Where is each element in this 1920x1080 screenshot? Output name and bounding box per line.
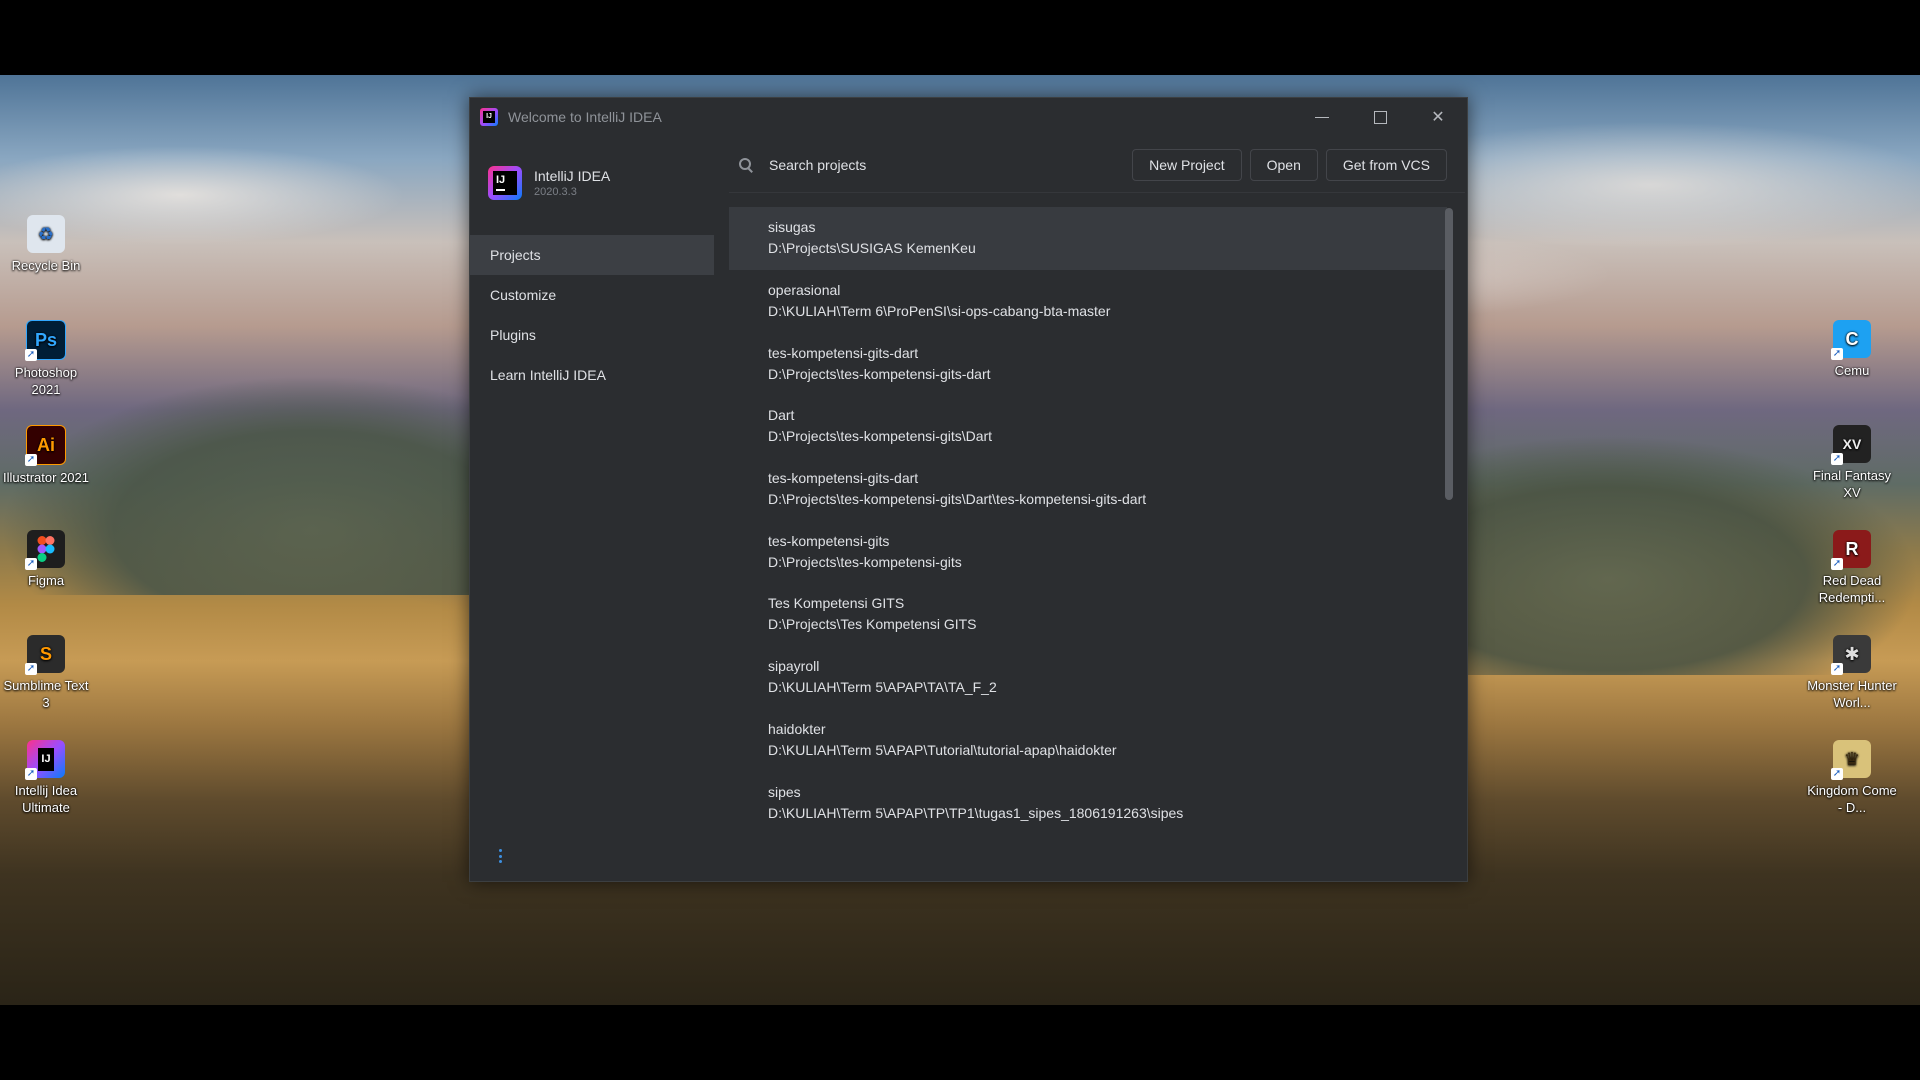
scrollbar-thumb[interactable] (1445, 208, 1453, 500)
project-name: haidokter (768, 720, 826, 737)
minimize-button[interactable] (1293, 98, 1351, 136)
desktop-icon-label: Intellij Idea Ultimate (14, 783, 78, 815)
project-name: Tes Kompetensi GITS (768, 595, 905, 612)
recycle-bin-icon: ♻ (27, 215, 65, 253)
sublime-text-icon: S ➚ (25, 635, 65, 675)
kingdom-come-icon: ♛ ➚ (1831, 740, 1871, 780)
new-project-button[interactable]: New Project (1132, 149, 1242, 181)
projects-panel: New Project Open Get from VCS sisugas D:… (729, 136, 1465, 881)
desktop-icon-label: Illustrator 2021 (3, 470, 89, 485)
get-from-vcs-button[interactable]: Get from VCS (1325, 149, 1447, 181)
intellij-app-icon: IJ (480, 108, 498, 126)
illustrator-icon: Ai ➚ (25, 425, 66, 466)
desktop-icon-red-dead[interactable]: R ➚ Red Dead Redempti... (1806, 530, 1898, 606)
project-path: D:\KULIAH\Term 6\ProPenSI\si-ops-cabang-… (768, 303, 1111, 320)
desktop-icon-monster-hunter[interactable]: ✱ ➚ Monster Hunter Worl... (1806, 635, 1898, 711)
project-name: sisugas (768, 219, 816, 236)
project-item[interactable]: tes-kompetensi-gits-dart D:\Projects\tes… (729, 332, 1447, 395)
search-input[interactable] (767, 156, 1071, 174)
project-list-scrollbar[interactable] (1445, 208, 1453, 828)
project-path: D:\KULIAH\Term 5\APAP\Tutorial\tutorial-… (768, 741, 1117, 758)
desktop-icon-recycle-bin[interactable]: ♻ Recycle Bin (0, 215, 92, 274)
search-icon (739, 158, 753, 172)
project-path: D:\Projects\Tes Kompetensi GITS (768, 616, 977, 633)
project-item[interactable]: operasional D:\KULIAH\Term 6\ProPenSI\si… (729, 270, 1447, 333)
maximize-button[interactable] (1351, 98, 1409, 136)
project-path: D:\Projects\tes-kompetensi-gits\Dart (768, 428, 993, 445)
project-path: D:\Projects\SUSIGAS KemenKeu (768, 240, 976, 257)
desktop-icon-label: Final Fantasy XV (1812, 468, 1892, 500)
project-path: D:\Projects\tes-kompetensi-gits (768, 553, 962, 570)
welcome-window: IJ Welcome to IntelliJ IDEA ✕ IJ Intelli… (469, 97, 1468, 882)
desktop-icon-label: Cemu (1834, 363, 1870, 378)
desktop-icon-figma[interactable]: ➚ Figma (0, 530, 92, 589)
project-item[interactable]: Tes Kompetensi GITS D:\Projects\Tes Komp… (729, 583, 1447, 646)
desktop-icon-label: Red Dead Redempti... (1818, 573, 1886, 605)
project-name: tes-kompetensi-gits-dart (768, 344, 919, 361)
intellij-icon: IJ ➚ (25, 740, 65, 780)
window-titlebar[interactable]: IJ Welcome to IntelliJ IDEA ✕ (470, 98, 1467, 136)
project-path: D:\Projects\tes-kompetensi-gits\Dart\tes… (768, 491, 1147, 508)
close-icon: ✕ (1431, 109, 1445, 126)
desktop-icon-label: Recycle Bin (11, 258, 81, 273)
figma-icon: ➚ (25, 530, 65, 570)
monster-hunter-icon: ✱ ➚ (1831, 635, 1871, 675)
red-dead-icon: R ➚ (1831, 530, 1871, 570)
search-box (729, 148, 1124, 182)
window-title: Welcome to IntelliJ IDEA (508, 109, 662, 125)
desktop-icon-label: Photoshop 2021 (14, 365, 78, 397)
final-fantasy-icon: XV ➚ (1831, 425, 1871, 465)
project-item[interactable]: sipayroll D:\KULIAH\Term 5\APAP\TA\TA_F_… (729, 646, 1447, 709)
desktop-icon-label: Monster Hunter Worl... (1807, 678, 1897, 710)
close-button[interactable]: ✕ (1409, 98, 1467, 136)
project-item[interactable]: Dart D:\Projects\tes-kompetensi-gits\Dar… (729, 395, 1447, 458)
desktop-icon-illustrator[interactable]: Ai ➚ Illustrator 2021 (0, 425, 92, 486)
project-name: tes-kompetensi-gits-dart (768, 470, 919, 487)
desktop-icon-photoshop[interactable]: Ps ➚ Photoshop 2021 (0, 320, 92, 398)
project-name: sipayroll (768, 658, 820, 675)
cemu-icon: C ➚ (1831, 320, 1871, 360)
side-nav: Projects Customize Plugins Learn Intelli… (470, 235, 714, 395)
desktop-icon-kingdom-come[interactable]: ♛ ➚ Kingdom Come - D... (1806, 740, 1898, 816)
projects-toolbar: New Project Open Get from VCS (729, 148, 1465, 182)
more-options-icon[interactable] (498, 849, 502, 863)
project-path: D:\KULIAH\Term 5\APAP\TP\TP1\tugas1_sipe… (768, 804, 1184, 821)
desktop-icon-label: Figma (27, 573, 65, 588)
desktop-icon-final-fantasy[interactable]: XV ➚ Final Fantasy XV (1806, 425, 1898, 501)
project-item[interactable]: tes-kompetensi-gits-dart D:\Projects\tes… (729, 458, 1447, 521)
project-item[interactable]: sisugas D:\Projects\SUSIGAS KemenKeu (729, 207, 1447, 270)
recent-projects-list: sisugas D:\Projects\SUSIGAS KemenKeu ope… (729, 207, 1447, 827)
project-item[interactable]: haidokter D:\KULIAH\Term 5\APAP\Tutorial… (729, 709, 1447, 772)
intellij-logo-icon: IJ (488, 166, 522, 200)
product-name: IntelliJ IDEA (534, 168, 611, 184)
project-item[interactable]: tes-kompetensi-gits D:\Projects\tes-komp… (729, 520, 1447, 583)
nav-item-learn[interactable]: Learn IntelliJ IDEA (470, 355, 714, 395)
project-path: D:\KULIAH\Term 5\APAP\TA\TA_F_2 (768, 679, 997, 696)
project-name: sipes (768, 783, 801, 800)
product-version: 2020.3.3 (534, 186, 577, 198)
desktop-icon-sublime-text[interactable]: S ➚ Sumblime Text 3 (0, 635, 92, 711)
maximize-icon (1373, 110, 1387, 124)
desktop-icon-cemu[interactable]: C ➚ Cemu (1806, 320, 1898, 379)
project-name: tes-kompetensi-gits (768, 532, 890, 549)
open-button[interactable]: Open (1249, 149, 1318, 181)
desktop-icon-label: Kingdom Come - D... (1807, 783, 1897, 815)
minimize-icon (1315, 116, 1329, 118)
project-name: Dart (768, 407, 795, 424)
product-header: IJ IntelliJ IDEA 2020.3.3 (488, 166, 610, 200)
project-item[interactable]: sipes D:\KULIAH\Term 5\APAP\TP\TP1\tugas… (729, 771, 1447, 827)
desktop-icon-label: Sumblime Text 3 (3, 678, 89, 710)
window-controls: ✕ (1293, 98, 1467, 136)
left-panel: IJ IntelliJ IDEA 2020.3.3 Projects Custo… (470, 136, 726, 881)
desktop-icon-intellij[interactable]: IJ ➚ Intellij Idea Ultimate (0, 740, 92, 816)
project-path: D:\Projects\tes-kompetensi-gits-dart (768, 365, 991, 382)
toolbar-separator (729, 192, 1465, 193)
nav-item-customize[interactable]: Customize (470, 275, 714, 315)
nav-item-projects[interactable]: Projects (470, 235, 714, 275)
nav-item-plugins[interactable]: Plugins (470, 315, 714, 355)
project-name: operasional (768, 282, 841, 299)
photoshop-icon: Ps ➚ (25, 320, 66, 361)
